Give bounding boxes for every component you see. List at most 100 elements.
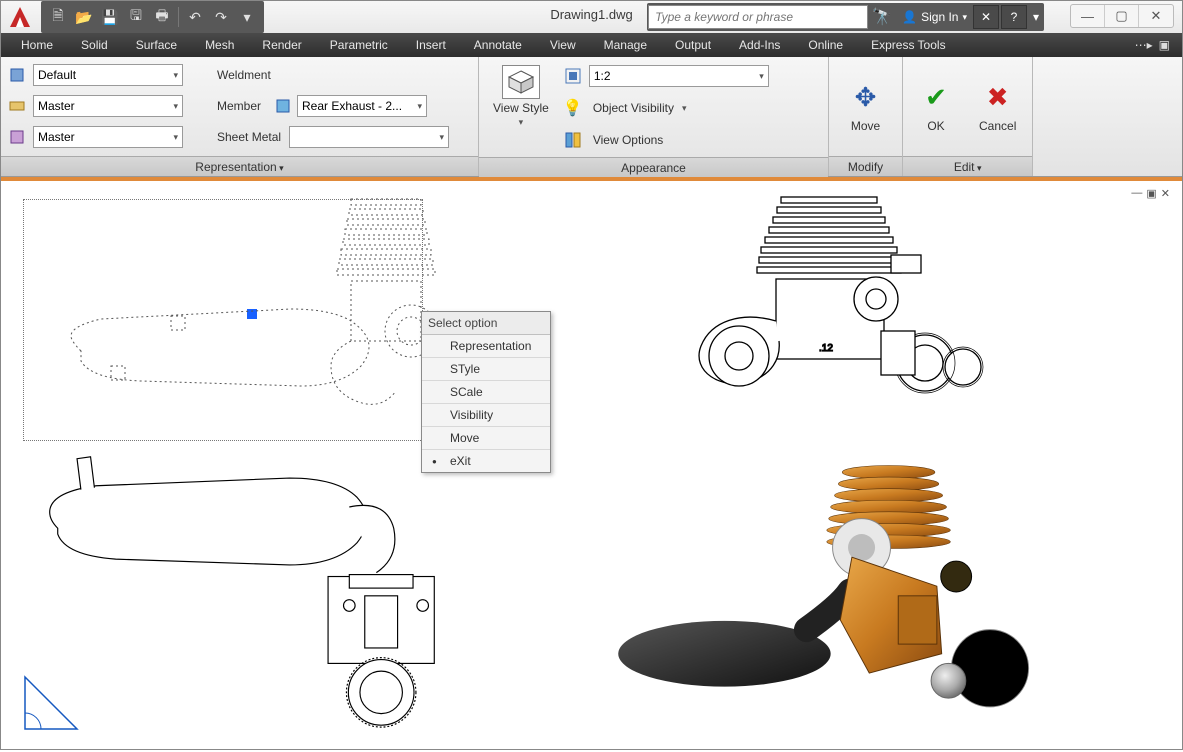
search-input[interactable] bbox=[648, 5, 868, 29]
app-logo[interactable] bbox=[1, 1, 39, 33]
context-menu-header: Select option bbox=[422, 312, 550, 335]
qat-dropdown-icon[interactable]: ▾ bbox=[235, 5, 259, 29]
ctx-item-style[interactable]: STyle bbox=[422, 358, 550, 381]
selection-grip[interactable] bbox=[247, 309, 257, 319]
panel-representation: Default▾ Weldment Master▾ Member Rear Ex… bbox=[1, 57, 479, 176]
lod-rep-combo[interactable]: Master▾ bbox=[33, 126, 183, 148]
ctx-item-scale[interactable]: SCale bbox=[422, 381, 550, 404]
lightbulb-icon: 💡 bbox=[563, 98, 583, 118]
position-rep-combo[interactable]: Master▾ bbox=[33, 95, 183, 117]
view-options-label: View Options bbox=[589, 133, 663, 147]
object-visibility-button[interactable]: 💡 Object Visibility ▾ bbox=[563, 95, 769, 121]
ribbon-scroll-icon[interactable]: ⋯▸ bbox=[1135, 38, 1153, 52]
ucs-icon bbox=[21, 673, 81, 733]
ctx-item-visibility[interactable]: Visibility bbox=[422, 404, 550, 427]
design-view-combo[interactable]: Default▾ bbox=[33, 64, 183, 86]
lod-rep-icon[interactable] bbox=[7, 127, 27, 147]
tab-solid[interactable]: Solid bbox=[67, 34, 122, 56]
sheetmetal-combo[interactable]: ▾ bbox=[289, 126, 449, 148]
maximize-icon[interactable]: ▢ bbox=[1105, 5, 1139, 27]
ok-label: OK bbox=[927, 119, 944, 133]
drawing-canvas[interactable]: ― ▣ ✕ bbox=[1, 181, 1182, 749]
help-dropdown-icon[interactable]: ▾ bbox=[1029, 5, 1043, 29]
chevron-down-icon: ▾ bbox=[682, 103, 687, 114]
tab-annotate[interactable]: Annotate bbox=[460, 34, 536, 56]
tab-home[interactable]: Home bbox=[7, 34, 67, 56]
tab-parametric[interactable]: Parametric bbox=[316, 34, 402, 56]
options-icon bbox=[563, 130, 583, 150]
saveas-icon[interactable]: 🖫 bbox=[124, 5, 148, 29]
tab-insert[interactable]: Insert bbox=[402, 34, 460, 56]
tab-mesh[interactable]: Mesh bbox=[191, 34, 248, 56]
titlebar: 🗎 📂 💾 🖫 🖶 ↶ ↷ ▾ Drawing1.dwg 🔭 👤 Sign In… bbox=[1, 1, 1182, 33]
sheetmetal-label: Sheet Metal bbox=[213, 130, 281, 144]
open-icon[interactable]: 📂 bbox=[72, 5, 96, 29]
panel-title-edit[interactable]: Edit bbox=[903, 156, 1032, 176]
weldment-label: Weldment bbox=[213, 68, 449, 82]
move-label: Move bbox=[851, 119, 880, 133]
quick-access-toolbar: 🗎 📂 💾 🖫 🖶 ↶ ↷ ▾ bbox=[41, 1, 264, 33]
panel-appearance: View Style ▾ 1:2▾ 💡 Object Visibility ▾ bbox=[479, 57, 829, 176]
ribbon-collapse-icon[interactable]: ▣ bbox=[1159, 38, 1170, 52]
tab-output[interactable]: Output bbox=[661, 34, 725, 56]
view-style-button[interactable]: View Style ▾ bbox=[485, 61, 557, 153]
scale-icon[interactable] bbox=[563, 66, 583, 86]
exhaust-lineart-bottom-left bbox=[31, 451, 461, 731]
move-button[interactable]: ✥ Move bbox=[839, 61, 893, 152]
tab-addins[interactable]: Add-Ins bbox=[725, 34, 794, 56]
context-menu: Select option Representation STyle SCale… bbox=[421, 311, 551, 473]
viewport-controls: ― ▣ ✕ bbox=[1131, 187, 1170, 200]
position-rep-icon[interactable] bbox=[7, 96, 27, 116]
tab-surface[interactable]: Surface bbox=[122, 34, 191, 56]
close-icon[interactable]: ✕ bbox=[1139, 5, 1173, 27]
tab-online[interactable]: Online bbox=[794, 34, 857, 56]
svg-text:.12: .12 bbox=[819, 343, 833, 354]
panel-title-modify: Modify bbox=[829, 156, 902, 176]
tab-view[interactable]: View bbox=[536, 34, 590, 56]
redo-icon[interactable]: ↷ bbox=[209, 5, 233, 29]
view-options-button[interactable]: View Options bbox=[563, 127, 769, 153]
panel-modify: ✥ Move Modify bbox=[829, 57, 903, 176]
move-icon: ✥ bbox=[849, 81, 883, 115]
undo-icon[interactable]: ↶ bbox=[183, 5, 207, 29]
ctx-item-move[interactable]: Move bbox=[422, 427, 550, 450]
minimize-icon[interactable]: ― bbox=[1071, 5, 1105, 27]
tab-manage[interactable]: Manage bbox=[590, 34, 661, 56]
vp-close-icon[interactable]: ✕ bbox=[1161, 187, 1170, 200]
panel-title-appearance: Appearance bbox=[479, 157, 828, 177]
help-icon[interactable]: ? bbox=[1001, 5, 1027, 29]
cube-icon bbox=[502, 65, 540, 99]
member-icon[interactable] bbox=[273, 96, 293, 116]
design-view-icon[interactable] bbox=[7, 65, 27, 85]
panel-edit: ✔ OK ✖ Cancel Edit bbox=[903, 57, 1033, 176]
signin-button[interactable]: 👤 Sign In ▾ bbox=[896, 5, 973, 29]
ctx-item-representation[interactable]: Representation bbox=[422, 335, 550, 358]
exchange-icon[interactable]: ✕ bbox=[973, 5, 999, 29]
ok-button[interactable]: ✔ OK bbox=[909, 61, 963, 152]
chevron-down-icon: ▾ bbox=[962, 12, 967, 23]
ctx-item-exit[interactable]: eXit bbox=[422, 450, 550, 472]
x-icon: ✖ bbox=[981, 81, 1015, 115]
binoculars-icon[interactable]: 🔭 bbox=[868, 5, 896, 29]
save-icon[interactable]: 💾 bbox=[98, 5, 122, 29]
view-style-label: View Style bbox=[493, 101, 549, 115]
scale-combo[interactable]: 1:2▾ bbox=[589, 65, 769, 87]
menubar: Home Solid Surface Mesh Render Parametri… bbox=[1, 33, 1182, 57]
check-icon: ✔ bbox=[919, 81, 953, 115]
member-combo[interactable]: Rear Exhaust - 2...▾ bbox=[297, 95, 427, 117]
member-label: Member bbox=[213, 99, 261, 113]
chevron-down-icon: ▾ bbox=[519, 117, 524, 128]
print-icon[interactable]: 🖶 bbox=[150, 5, 174, 29]
cancel-button[interactable]: ✖ Cancel bbox=[969, 61, 1026, 152]
vp-restore-icon[interactable]: ▣ bbox=[1146, 187, 1156, 200]
tab-render[interactable]: Render bbox=[248, 34, 315, 56]
engine-shaded-bottom-right bbox=[601, 451, 1041, 731]
vp-minimize-icon[interactable]: ― bbox=[1131, 187, 1142, 200]
tab-express[interactable]: Express Tools bbox=[857, 34, 959, 56]
document-title: Drawing1.dwg bbox=[550, 7, 632, 22]
window-controls: ― ▢ ✕ bbox=[1070, 4, 1174, 28]
selected-view-bounds bbox=[23, 199, 423, 441]
new-icon[interactable]: 🗎 bbox=[46, 5, 70, 29]
panel-title-representation[interactable]: Representation bbox=[1, 156, 478, 176]
person-icon: 👤 bbox=[902, 10, 917, 24]
